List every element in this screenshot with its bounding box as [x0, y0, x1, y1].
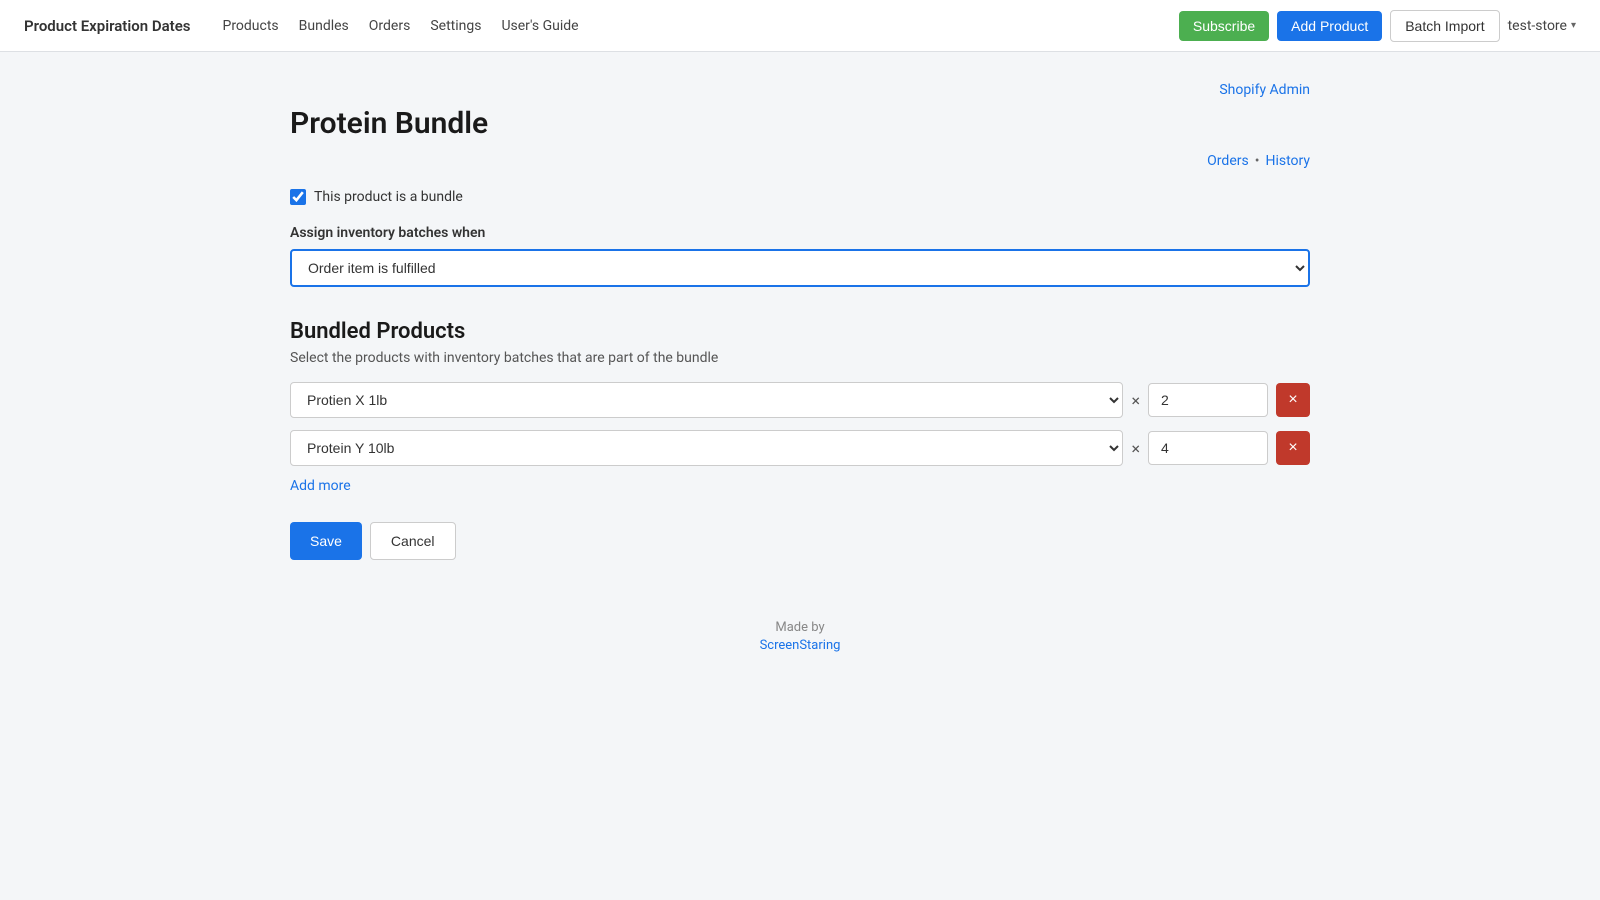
bundle-product-select-2[interactable]: Protein Y 10lb: [290, 430, 1123, 466]
bundle-row: Protein Y 10lb × ×: [290, 430, 1310, 466]
shopify-admin-link[interactable]: Shopify Admin: [1219, 82, 1310, 98]
assign-inventory-label: Assign inventory batches when: [290, 225, 1310, 241]
multiply-icon-2: ×: [1131, 439, 1140, 458]
footer-made-by-label: Made by: [290, 620, 1310, 635]
subscribe-button[interactable]: Subscribe: [1179, 11, 1269, 41]
chevron-down-icon: ▾: [1571, 20, 1576, 31]
bundle-row: Protien X 1lb × ×: [290, 382, 1310, 418]
nav-links: Products Bundles Orders Settings User's …: [222, 18, 1154, 34]
footer: Made by ScreenStaring: [290, 620, 1310, 693]
app-brand: Product Expiration Dates: [24, 17, 190, 35]
cancel-button[interactable]: Cancel: [370, 522, 456, 560]
add-more-link[interactable]: Add more: [290, 478, 351, 494]
separator: •: [1255, 153, 1260, 169]
nav-users-guide[interactable]: User's Guide: [501, 18, 578, 34]
bundled-products-title: Bundled Products: [290, 319, 1310, 344]
bundle-checkbox-label: This product is a bundle: [314, 189, 463, 205]
add-product-button[interactable]: Add Product: [1277, 11, 1382, 41]
bundle-checkbox[interactable]: [290, 189, 306, 205]
top-right-links: Shopify Admin: [290, 82, 1310, 98]
navbar: Product Expiration Dates Products Bundle…: [0, 0, 1600, 52]
nav-products[interactable]: Products: [222, 18, 278, 34]
save-button[interactable]: Save: [290, 522, 362, 560]
batch-import-button[interactable]: Batch Import: [1390, 10, 1499, 42]
close-icon: ×: [1288, 391, 1297, 409]
orders-link[interactable]: Orders: [1207, 153, 1249, 169]
bundle-checkbox-row: This product is a bundle: [290, 189, 1310, 205]
close-icon: ×: [1288, 439, 1297, 457]
store-name: test-store: [1508, 18, 1567, 34]
nav-orders[interactable]: Orders: [369, 18, 411, 34]
order-history-links: Orders • History: [290, 153, 1310, 169]
main-content: Shopify Admin Protein Bundle Orders • Hi…: [250, 52, 1350, 723]
assign-inventory-field: Assign inventory batches when Order item…: [290, 225, 1310, 287]
page-title: Protein Bundle: [290, 106, 1310, 141]
footer-company-link[interactable]: ScreenStaring: [760, 638, 841, 653]
navbar-actions: Subscribe Add Product Batch Import test-…: [1179, 10, 1576, 42]
bundle-product-select-1[interactable]: Protien X 1lb: [290, 382, 1123, 418]
remove-bundle-2-button[interactable]: ×: [1276, 431, 1310, 465]
history-link[interactable]: History: [1265, 153, 1310, 169]
nav-settings[interactable]: Settings: [430, 18, 481, 34]
form-actions: Save Cancel: [290, 522, 1310, 560]
quantity-input-1[interactable]: [1148, 383, 1268, 417]
nav-bundles[interactable]: Bundles: [299, 18, 349, 34]
store-selector[interactable]: test-store ▾: [1508, 18, 1576, 34]
quantity-input-2[interactable]: [1148, 431, 1268, 465]
multiply-icon-1: ×: [1131, 391, 1140, 410]
assign-inventory-select[interactable]: Order item is fulfilled Order is placed …: [290, 249, 1310, 287]
remove-bundle-1-button[interactable]: ×: [1276, 383, 1310, 417]
bundled-products-subtitle: Select the products with inventory batch…: [290, 350, 1310, 366]
